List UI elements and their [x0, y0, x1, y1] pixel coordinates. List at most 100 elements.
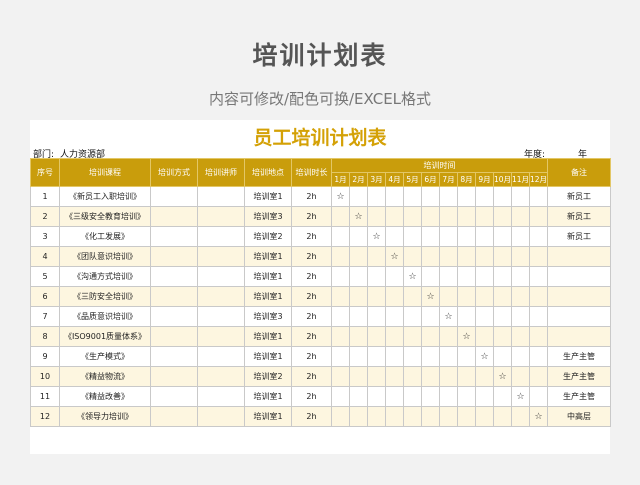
- cell-course[interactable]: 《三级安全教育培训》: [59, 206, 151, 227]
- cell-method[interactable]: [150, 266, 198, 287]
- cell-note[interactable]: 新员工: [547, 206, 611, 227]
- cell-month-5[interactable]: [403, 286, 422, 307]
- cell-month-10[interactable]: [493, 186, 512, 207]
- cell-trainer[interactable]: [197, 406, 245, 427]
- cell-no[interactable]: 5: [30, 266, 60, 287]
- cell-note[interactable]: 生产主管: [547, 346, 611, 367]
- cell-method[interactable]: [150, 226, 198, 247]
- cell-month-10[interactable]: [493, 266, 512, 287]
- cell-course[interactable]: 《精益物流》: [59, 366, 151, 387]
- cell-month-10[interactable]: [493, 326, 512, 347]
- cell-month-11[interactable]: [511, 326, 530, 347]
- cell-month-6[interactable]: [421, 326, 440, 347]
- cell-month-3[interactable]: [367, 326, 386, 347]
- cell-month-5-star[interactable]: ☆: [403, 266, 422, 287]
- cell-note[interactable]: [547, 246, 611, 267]
- cell-month-3[interactable]: [367, 186, 386, 207]
- cell-place[interactable]: 培训室1: [244, 266, 292, 287]
- cell-place[interactable]: 培训室2: [244, 226, 292, 247]
- cell-month-12[interactable]: [529, 226, 548, 247]
- cell-month-12[interactable]: [529, 186, 548, 207]
- cell-month-9-star[interactable]: ☆: [475, 346, 494, 367]
- cell-duration[interactable]: 2h: [291, 306, 332, 327]
- cell-month-9[interactable]: [475, 266, 494, 287]
- cell-no[interactable]: 9: [30, 346, 60, 367]
- cell-month-1[interactable]: [331, 226, 350, 247]
- cell-month-1[interactable]: [331, 386, 350, 407]
- cell-month-9[interactable]: [475, 386, 494, 407]
- cell-month-12[interactable]: [529, 266, 548, 287]
- cell-month-4[interactable]: [385, 306, 404, 327]
- cell-month-9[interactable]: [475, 286, 494, 307]
- cell-duration[interactable]: 2h: [291, 326, 332, 347]
- cell-trainer[interactable]: [197, 186, 245, 207]
- cell-trainer[interactable]: [197, 306, 245, 327]
- cell-note[interactable]: [547, 326, 611, 347]
- cell-month-10[interactable]: [493, 406, 512, 427]
- cell-month-1[interactable]: [331, 286, 350, 307]
- cell-month-2[interactable]: [349, 266, 368, 287]
- cell-month-12[interactable]: [529, 366, 548, 387]
- cell-method[interactable]: [150, 386, 198, 407]
- cell-month-11[interactable]: [511, 306, 530, 327]
- cell-method[interactable]: [150, 206, 198, 227]
- cell-month-6[interactable]: [421, 206, 440, 227]
- cell-month-1[interactable]: [331, 346, 350, 367]
- cell-note[interactable]: 生产主管: [547, 366, 611, 387]
- cell-month-6[interactable]: [421, 386, 440, 407]
- cell-month-9[interactable]: [475, 326, 494, 347]
- cell-month-7[interactable]: [439, 346, 458, 367]
- cell-month-12[interactable]: [529, 326, 548, 347]
- cell-month-3[interactable]: [367, 266, 386, 287]
- cell-trainer[interactable]: [197, 386, 245, 407]
- cell-month-1[interactable]: [331, 366, 350, 387]
- cell-month-3[interactable]: [367, 406, 386, 427]
- cell-no[interactable]: 6: [30, 286, 60, 307]
- cell-duration[interactable]: 2h: [291, 266, 332, 287]
- cell-duration[interactable]: 2h: [291, 406, 332, 427]
- cell-duration[interactable]: 2h: [291, 286, 332, 307]
- cell-month-10[interactable]: [493, 386, 512, 407]
- cell-month-12[interactable]: [529, 206, 548, 227]
- cell-place[interactable]: 培训室1: [244, 346, 292, 367]
- cell-month-4-star[interactable]: ☆: [385, 246, 404, 267]
- cell-month-12[interactable]: [529, 246, 548, 267]
- cell-month-8[interactable]: [457, 246, 476, 267]
- cell-month-8[interactable]: [457, 366, 476, 387]
- cell-trainer[interactable]: [197, 206, 245, 227]
- cell-month-9[interactable]: [475, 186, 494, 207]
- cell-trainer[interactable]: [197, 326, 245, 347]
- cell-no[interactable]: 7: [30, 306, 60, 327]
- cell-month-2[interactable]: [349, 406, 368, 427]
- cell-month-4[interactable]: [385, 406, 404, 427]
- cell-month-8[interactable]: [457, 186, 476, 207]
- cell-course[interactable]: 《生产模式》: [59, 346, 151, 367]
- cell-month-8[interactable]: [457, 206, 476, 227]
- cell-month-1[interactable]: [331, 246, 350, 267]
- cell-month-7[interactable]: [439, 286, 458, 307]
- cell-month-2[interactable]: [349, 346, 368, 367]
- cell-month-8[interactable]: [457, 266, 476, 287]
- cell-month-4[interactable]: [385, 286, 404, 307]
- cell-month-3[interactable]: [367, 246, 386, 267]
- cell-month-12-star[interactable]: ☆: [529, 406, 548, 427]
- cell-note[interactable]: [547, 266, 611, 287]
- cell-month-11[interactable]: [511, 206, 530, 227]
- cell-month-12[interactable]: [529, 306, 548, 327]
- cell-method[interactable]: [150, 326, 198, 347]
- cell-place[interactable]: 培训室1: [244, 186, 292, 207]
- cell-month-10[interactable]: [493, 346, 512, 367]
- cell-month-8[interactable]: [457, 306, 476, 327]
- cell-month-8-star[interactable]: ☆: [457, 326, 476, 347]
- cell-month-3[interactable]: [367, 206, 386, 227]
- cell-month-5[interactable]: [403, 306, 422, 327]
- cell-no[interactable]: 10: [30, 366, 60, 387]
- cell-month-11[interactable]: [511, 406, 530, 427]
- cell-month-10-star[interactable]: ☆: [493, 366, 512, 387]
- cell-month-8[interactable]: [457, 286, 476, 307]
- cell-course[interactable]: 《化工发展》: [59, 226, 151, 247]
- cell-method[interactable]: [150, 186, 198, 207]
- cell-course[interactable]: 《团队意识培训》: [59, 246, 151, 267]
- cell-month-9[interactable]: [475, 406, 494, 427]
- cell-month-6[interactable]: [421, 306, 440, 327]
